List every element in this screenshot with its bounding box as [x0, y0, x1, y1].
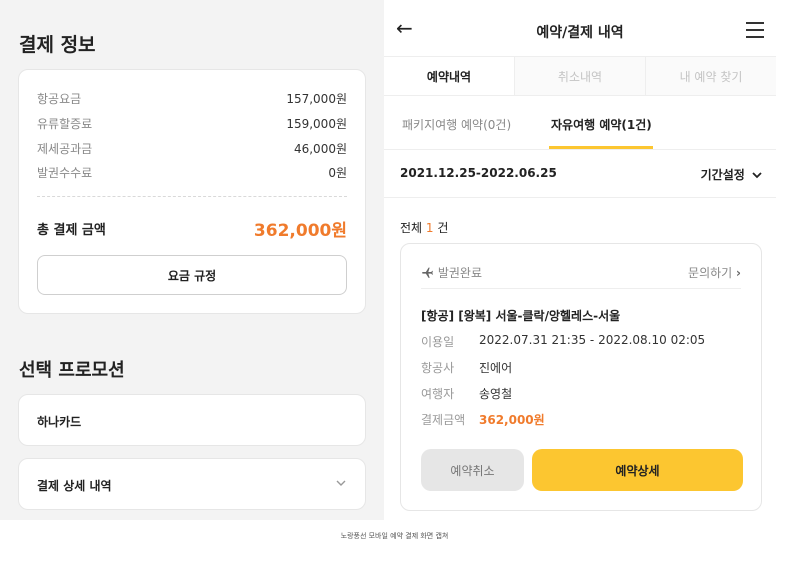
- fee-row-tax: 제세공과금 46,000원: [37, 140, 347, 157]
- info-row-airline: 항공사 진에어: [421, 359, 512, 376]
- cancel-reservation-button[interactable]: 예약취소: [421, 449, 524, 491]
- status-label: 발권완료: [437, 266, 482, 280]
- info-value: 송영철: [479, 387, 513, 401]
- period-bar: 2021.12.25-2022.06.25 기간설정: [384, 150, 776, 198]
- fee-label: 발권수수료: [37, 166, 93, 180]
- inquiry-label: 문의하기: [688, 266, 733, 280]
- divider: [421, 288, 741, 289]
- fare-rules-button[interactable]: 요금 규정: [37, 255, 347, 295]
- chevron-down-icon: [336, 480, 346, 486]
- fee-value: 0원: [328, 166, 347, 180]
- dashed-divider: [37, 196, 347, 197]
- info-key: 항공사: [421, 361, 455, 375]
- count-number: 1: [425, 221, 434, 235]
- main-tabs: 예약내역 취소내역 내 예약 찾기: [384, 56, 776, 96]
- result-count: 전체 1 건: [400, 219, 448, 236]
- fee-value: 159,000원: [286, 117, 347, 131]
- total-label: 총 결제 금액: [37, 223, 106, 238]
- tab-find-reservation[interactable]: 내 예약 찾기: [645, 57, 776, 95]
- airplane-icon: [422, 267, 433, 278]
- fee-row-ticketing: 발권수수료 0원: [37, 164, 347, 181]
- reservation-detail-button[interactable]: 예약상세: [532, 449, 743, 491]
- period-setting-button[interactable]: 기간설정: [701, 166, 762, 183]
- fee-row-fuel: 유류할증료 159,000원: [37, 115, 347, 132]
- inquiry-link[interactable]: 문의하기 ›: [688, 264, 741, 281]
- info-row-traveler: 여행자 송영철: [421, 385, 512, 402]
- payment-detail-accordion[interactable]: 결제 상세 내역: [18, 458, 366, 510]
- reservation-card: 발권완료 문의하기 › [항공] [왕복] 서울-클락/앙헬레스-서울 이용일 …: [400, 243, 762, 511]
- info-key: 여행자: [421, 387, 455, 401]
- subtab-package[interactable]: 패키지여행 예약(0건): [402, 116, 511, 133]
- tab-cancellations[interactable]: 취소내역: [514, 57, 645, 95]
- payment-detail-label: 결제 상세 내역: [37, 479, 112, 493]
- info-key: 결제금액: [421, 413, 466, 427]
- info-value: 362,000원: [479, 413, 545, 427]
- fee-label: 제세공과금: [37, 142, 93, 156]
- total-row: 총 결제 금액 362,000원: [37, 216, 347, 241]
- info-value: 2022.07.31 21:35 - 2022.08.10 02:05: [479, 333, 706, 347]
- total-amount: 362,000원: [253, 221, 347, 241]
- reservation-panel: ← 예약/결제 내역 예약내역 취소내역 내 예약 찾기 패키지여행 예약(0건…: [384, 0, 776, 520]
- count-prefix: 전체: [400, 221, 423, 235]
- promotion-label: 하나카드: [37, 415, 82, 429]
- fee-row-airfare: 항공요금 157,000원: [37, 90, 347, 107]
- subtab-free-travel[interactable]: 자유여행 예약(1건): [551, 116, 652, 133]
- payment-info-title: 결제 정보: [19, 34, 96, 56]
- fee-label: 항공요금: [37, 92, 82, 106]
- info-row-amount: 결제금액 362,000원: [421, 411, 545, 428]
- chevron-down-icon: [752, 172, 762, 179]
- ticket-status: 발권완료: [421, 264, 482, 281]
- image-caption: 노랑풍선 모바일 예약 결제 화면 캡쳐: [340, 532, 449, 540]
- fee-label: 유류할증료: [37, 117, 93, 131]
- tab-reservations[interactable]: 예약내역: [384, 57, 514, 95]
- product-title: [항공] [왕복] 서울-클락/앙헬레스-서울: [421, 309, 621, 323]
- info-key: 이용일: [421, 335, 455, 349]
- info-value: 진에어: [479, 361, 513, 375]
- hamburger-menu-icon[interactable]: [746, 22, 764, 43]
- payment-info-panel: 결제 정보 항공요금 157,000원 유류할증료 159,000원 제세공과금…: [0, 0, 384, 520]
- fee-value: 157,000원: [286, 92, 347, 106]
- count-suffix: 건: [437, 221, 449, 235]
- payment-summary-card: 항공요금 157,000원 유류할증료 159,000원 제세공과금 46,00…: [18, 69, 366, 314]
- active-tab-underline: [549, 146, 653, 149]
- top-bar: ← 예약/결제 내역: [384, 0, 776, 56]
- promotion-title: 선택 프로모션: [19, 360, 125, 381]
- chevron-right-icon: ›: [736, 266, 741, 280]
- period-range: 2021.12.25-2022.06.25: [400, 166, 557, 180]
- info-row-date: 이용일 2022.07.31 21:35 - 2022.08.10 02:05: [421, 333, 705, 350]
- promotion-item-hanacard[interactable]: 하나카드: [18, 394, 366, 446]
- sub-tabs: 패키지여행 예약(0건) 자유여행 예약(1건): [384, 96, 776, 150]
- fee-value: 46,000원: [293, 142, 347, 156]
- page-title: 예약/결제 내역: [536, 25, 624, 41]
- period-setting-label: 기간설정: [700, 168, 745, 182]
